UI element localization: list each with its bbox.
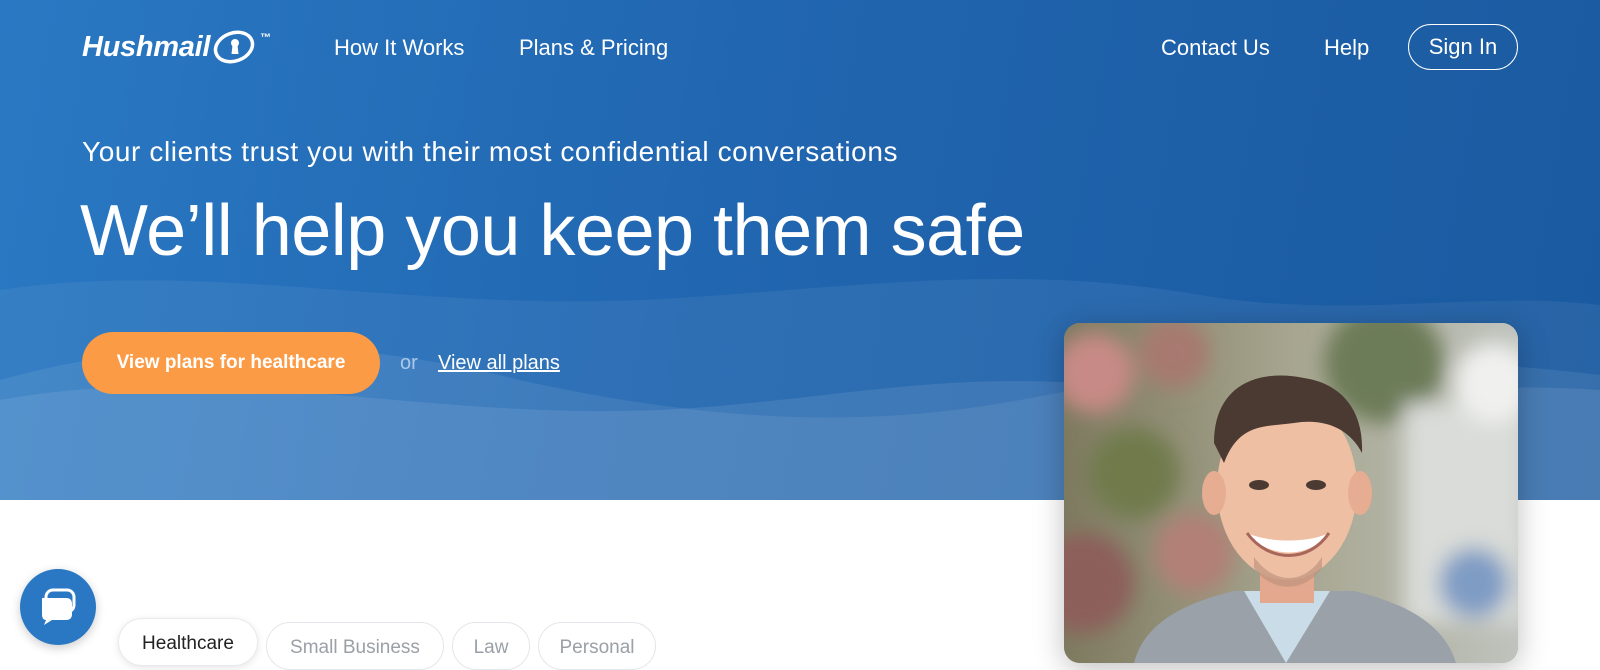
hero-headline: We’ll help you keep them safe xyxy=(80,191,1025,271)
hero-eyebrow: Your clients trust you with their most c… xyxy=(82,136,899,167)
view-all-plans-link[interactable]: View all plans xyxy=(438,352,560,375)
nav-how-it-works[interactable]: How It Works xyxy=(334,35,464,61)
tab-law[interactable]: Law xyxy=(452,622,530,670)
nav-help[interactable]: Help xyxy=(1324,35,1369,61)
smiling-man-photo xyxy=(1064,323,1518,663)
or-separator: or xyxy=(400,352,418,374)
tab-personal[interactable]: Personal xyxy=(538,622,656,670)
tab-small-business[interactable]: Small Business xyxy=(266,622,444,670)
hero-photo xyxy=(1064,323,1518,663)
keyhole-icon xyxy=(213,30,255,64)
trademark-mark: ™ xyxy=(260,32,271,44)
top-navigation: Hushmail ™ How It Works Plans & Pricing … xyxy=(0,0,1600,96)
tab-healthcare[interactable]: Healthcare xyxy=(118,618,258,666)
chat-button[interactable] xyxy=(20,569,96,645)
nav-contact-us[interactable]: Contact Us xyxy=(1161,35,1270,61)
view-healthcare-plans-button[interactable]: View plans for healthcare xyxy=(82,332,380,394)
hushmail-logo[interactable]: Hushmail ™ xyxy=(82,30,271,64)
sign-in-button[interactable]: Sign In xyxy=(1408,24,1518,70)
logo-text: Hushmail xyxy=(82,30,211,63)
chat-bubble-icon xyxy=(42,588,76,625)
nav-plans-pricing[interactable]: Plans & Pricing xyxy=(519,35,668,61)
